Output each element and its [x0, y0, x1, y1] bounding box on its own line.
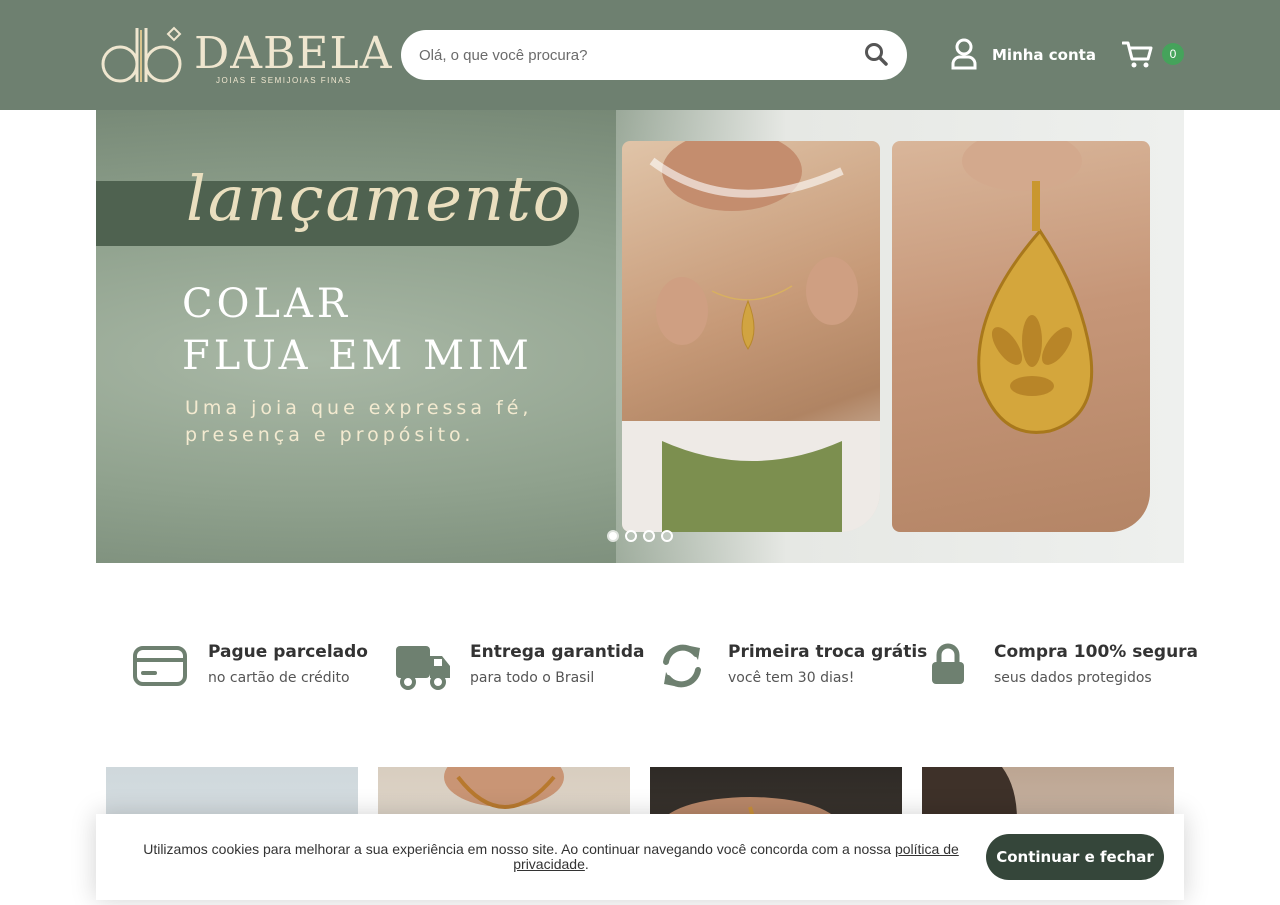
cart-count-badge: 0: [1162, 43, 1184, 65]
refresh-icon: [663, 644, 701, 688]
banner-subtitle-line1: Uma joia que expressa fé,: [185, 397, 533, 419]
banner-subtitle-line2: presença e propósito.: [185, 424, 475, 446]
cookie-suffix: .: [584, 856, 589, 872]
monogram-logo-icon: [101, 26, 182, 83]
feature-desc: você tem 30 dias!: [728, 670, 855, 686]
account-label: Minha conta: [992, 46, 1096, 64]
lock-icon: [932, 643, 964, 684]
carousel-dot-4[interactable]: [661, 530, 673, 542]
banner-headline-line2: FLUA EM MIM: [182, 333, 533, 379]
brand-name: DABELA: [194, 28, 393, 79]
feature-desc: para todo o Brasil: [470, 670, 595, 686]
truck-icon: [396, 646, 450, 690]
banner-headline: COLAR FLUA EM MIM: [182, 278, 533, 382]
search-icon[interactable]: [864, 42, 888, 66]
cookie-text: Utilizamos cookies para melhorar a sua e…: [143, 841, 895, 857]
brand-tagline: JOIAS E SEMIJOIAS FINAS: [216, 76, 352, 85]
feature-title: Pague parcelado: [208, 642, 368, 662]
search-input[interactable]: [417, 42, 847, 68]
carousel-dot-2[interactable]: [625, 530, 637, 542]
feature-title: Entrega garantida: [470, 642, 645, 662]
feature-title: Compra 100% segura: [994, 642, 1199, 662]
accept-cookies-button[interactable]: Continuar e fechar: [986, 834, 1164, 880]
cart-icon: [1122, 41, 1153, 68]
feature-desc: no cartão de crédito: [208, 670, 350, 686]
user-icon: [951, 38, 977, 70]
site-header: DABELA JOIAS E SEMIJOIAS FINAS Minha con…: [0, 0, 1280, 110]
banner-script-title: lançamento: [186, 162, 573, 235]
cookie-consent-bar: Utilizamos cookies para melhorar a sua e…: [96, 814, 1184, 900]
cookie-message: Utilizamos cookies para melhorar a sua e…: [136, 842, 966, 872]
feature-title: Primeira troca grátis: [728, 642, 928, 662]
banner-headline-line1: COLAR: [182, 281, 351, 327]
cart-button[interactable]: 0: [1122, 40, 1186, 72]
feature-desc: seus dados protegidos: [994, 670, 1152, 686]
banner-subtitle: Uma joia que expressa fé, presença e pro…: [185, 395, 585, 449]
banner-photo-pendant: [892, 141, 1150, 532]
carousel-dot-1[interactable]: [607, 530, 619, 542]
banner-photo-necklace: [622, 141, 880, 532]
credit-card-icon: [133, 646, 187, 686]
hero-banner[interactable]: lançamento COLAR FLUA EM MIM Uma joia qu…: [96, 110, 1184, 563]
search-box: [401, 30, 907, 80]
carousel-dot-3[interactable]: [643, 530, 655, 542]
brand-logo[interactable]: DABELA JOIAS E SEMIJOIAS FINAS: [98, 20, 392, 90]
